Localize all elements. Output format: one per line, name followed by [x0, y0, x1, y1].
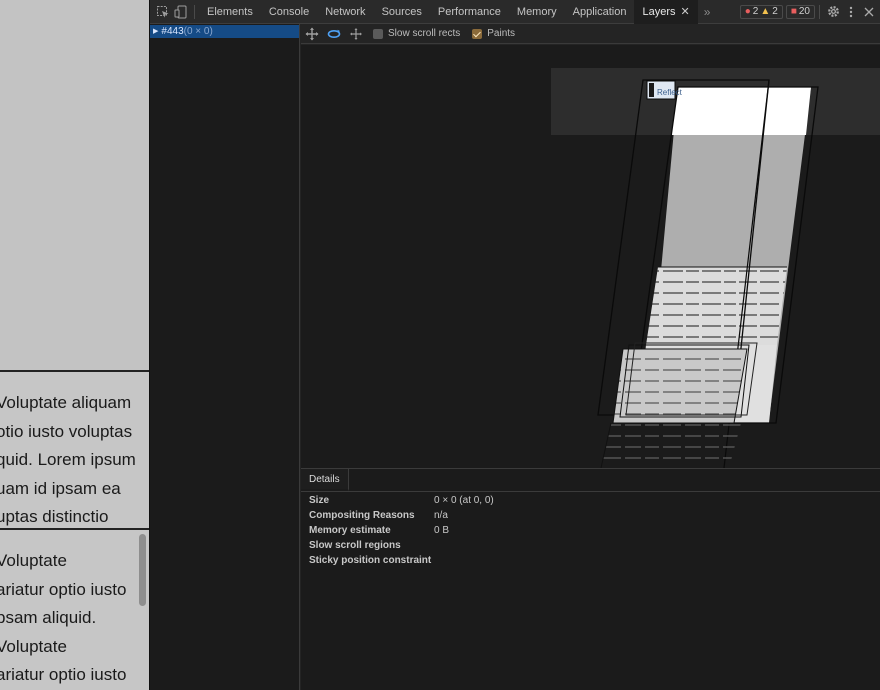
tab-performance[interactable]: Performance [430, 0, 509, 24]
slow-scroll-label: Slow scroll rects [388, 28, 461, 39]
paints-label: Paints [487, 28, 516, 39]
tab-console[interactable]: Console [261, 0, 317, 24]
page-layer-top [671, 87, 811, 135]
layers-3d-canvas[interactable]: Reflect [301, 45, 880, 468]
text-line: Voluptate aliquam [0, 393, 132, 412]
text-line: ariatur optio iusto [0, 665, 127, 684]
kebab-menu-icon[interactable] [842, 3, 860, 21]
detail-row-slow-scroll: Slow scroll regions [309, 539, 434, 553]
badge-glyph [649, 83, 654, 97]
toolbar-divider [194, 4, 195, 19]
detail-value: 0 B [434, 525, 450, 536]
issues-count: 20 [798, 5, 810, 17]
page-paragraph: Voluptate ariatur optio iusto psam aliqu… [0, 547, 126, 690]
tab-sources[interactable]: Sources [374, 0, 430, 24]
warning-icon: ▲ [760, 5, 771, 17]
offscreen-text-layer [601, 423, 741, 468]
details-panel: Details Size 0 × 0 (at 0, 0) Compositing … [301, 468, 880, 690]
tab-network[interactable]: Network [317, 0, 373, 24]
issues-icon: ■ [790, 5, 797, 17]
warning-count: 2 [772, 5, 778, 17]
text-line: uam id ipsam ea [0, 478, 121, 498]
text-layer [646, 267, 787, 345]
layer-tree-row-selected[interactable]: ▶ #443(0 × 0) [150, 25, 299, 38]
detail-value: 0 × 0 (at 0, 0) [434, 495, 494, 506]
detail-row-compositing: Compositing Reasons n/a [309, 509, 448, 523]
layers-toolbar: Slow scroll rects Paints [301, 24, 880, 44]
tab-memory[interactable]: Memory [509, 0, 565, 24]
inspected-page-pane: Voluptate aliquam otio iusto voluptas qu… [0, 0, 150, 690]
close-icon[interactable]: ✕ [681, 6, 690, 18]
tab-details[interactable]: Details [301, 469, 349, 491]
layer-id: #443 [161, 26, 184, 37]
tab-elements[interactable]: Elements [199, 0, 261, 24]
tab-layers[interactable]: Layers ✕ [634, 0, 698, 24]
text-line: quid. Lorem ipsum [0, 450, 136, 469]
gear-icon[interactable] [824, 3, 842, 21]
more-tabs-button[interactable]: » [698, 5, 717, 19]
detail-row-sticky: Sticky position constraint [309, 554, 434, 568]
text-line: uptas distinctio [0, 507, 109, 526]
expand-triangle-icon[interactable]: ▶ [153, 25, 158, 38]
text-line: ariatur optio iusto [0, 579, 127, 599]
rotate-mode-icon[interactable] [323, 24, 345, 44]
tab-layers-label: Layers [642, 5, 676, 18]
layers-3d-viewport[interactable]: Reflect [301, 45, 880, 468]
scrollbar-thumb[interactable] [139, 534, 146, 606]
text-line: Voluptate [0, 636, 67, 656]
detail-row-size: Size 0 × 0 (at 0, 0) [309, 494, 494, 508]
page-paragraph: Voluptate aliquam otio iusto voluptas qu… [0, 389, 136, 532]
detail-key: Sticky position constraint [309, 555, 432, 566]
layer-size: (0 × 0) [183, 26, 213, 37]
issues-badge[interactable]: ■ 20 [785, 4, 815, 19]
inspect-element-icon[interactable] [154, 3, 172, 21]
reset-view-icon[interactable] [345, 24, 367, 44]
tab-application[interactable]: Application [565, 0, 635, 24]
error-count: 2 [752, 5, 759, 17]
detail-key: Size [309, 495, 330, 506]
pan-mode-icon[interactable] [301, 24, 323, 44]
layer-tree: ▶ #443(0 × 0) [150, 24, 300, 690]
error-count-badge[interactable]: ● 2 ▲ 2 [739, 4, 783, 19]
devtools-panel: Elements Console Network Sources Perform… [150, 0, 880, 690]
toolbar-divider [819, 4, 820, 19]
text-line: Voluptate [0, 551, 67, 570]
detail-key: Memory estimate [309, 525, 391, 536]
device-toolbar-icon[interactable] [172, 3, 190, 21]
error-icon: ● [744, 5, 751, 17]
layer-label: Reflect [657, 88, 683, 97]
text-line: otio iusto voluptas [0, 421, 133, 441]
devtools-tabbar: Elements Console Network Sources Perform… [150, 0, 880, 24]
tab-underline [301, 491, 880, 492]
detail-key: Compositing Reasons [309, 510, 415, 521]
slow-scroll-checkbox[interactable] [373, 28, 383, 39]
detail-row-memory: Memory estimate 0 B [309, 524, 449, 538]
text-line: psam aliquid. [0, 608, 97, 627]
page-gray-block [0, 0, 149, 370]
detail-value: n/a [434, 510, 448, 521]
close-devtools-icon[interactable] [860, 3, 878, 21]
detail-key: Slow scroll regions [309, 540, 401, 551]
paints-checkbox[interactable] [472, 28, 483, 39]
